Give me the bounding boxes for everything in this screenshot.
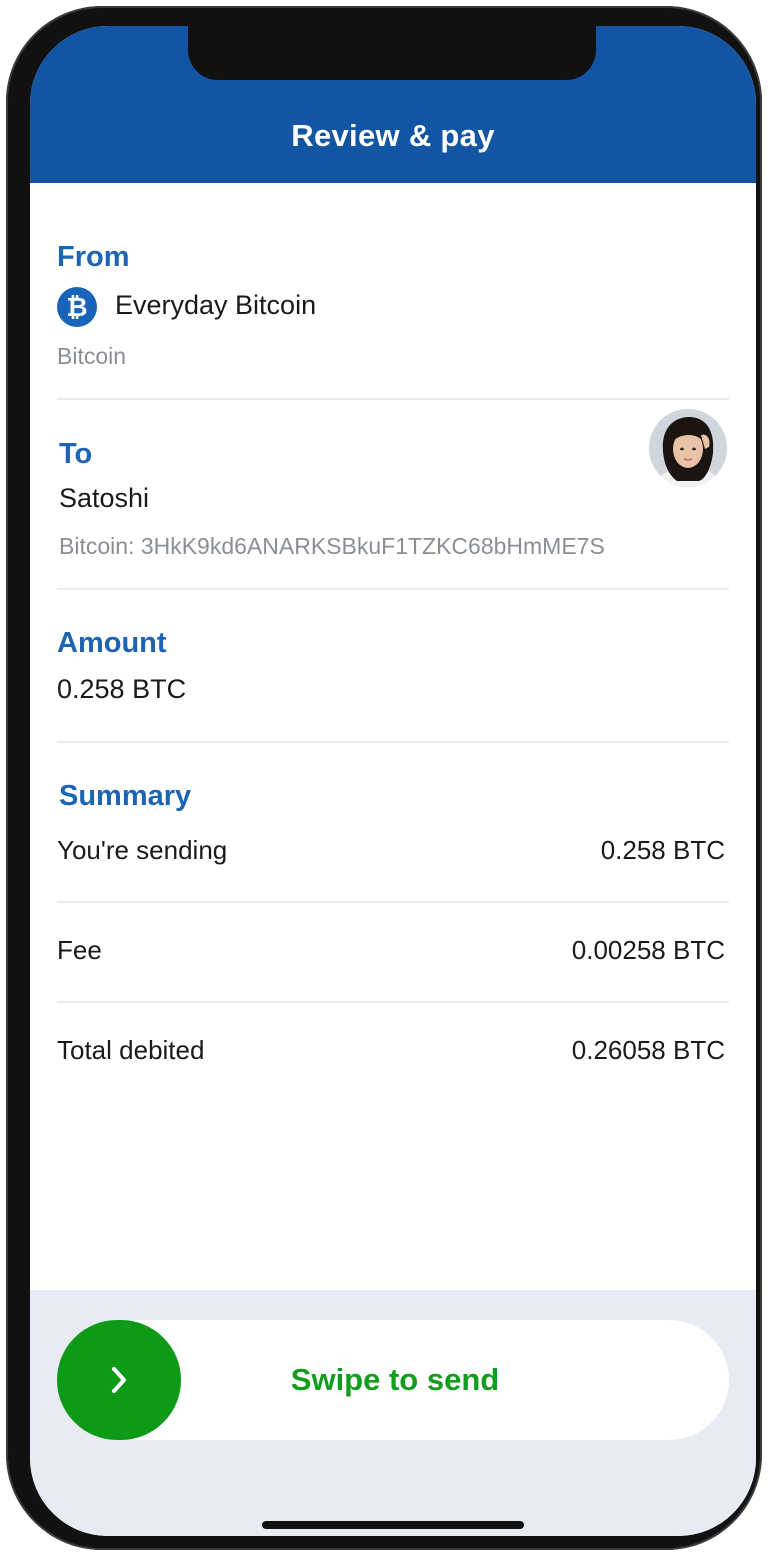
phone-frame: Review & pay From ₿ Everyday Bitcoin Bit… — [6, 6, 762, 1550]
swipe-handle[interactable] — [57, 1320, 181, 1440]
fee-label: Fee — [57, 935, 102, 965]
total-debited-label: Total debited — [57, 1035, 205, 1065]
amount-label: Amount — [57, 627, 167, 659]
home-indicator — [262, 1521, 524, 1529]
device-notch — [188, 26, 596, 80]
recipient-name: Satoshi — [59, 483, 150, 513]
divider — [57, 901, 729, 903]
from-account-type: Bitcoin — [57, 343, 127, 369]
to-label: To — [59, 438, 93, 470]
swipe-to-send-slider[interactable]: Swipe to send — [57, 1320, 729, 1440]
recipient-avatar — [649, 409, 727, 487]
divider — [57, 588, 729, 590]
total-debited-value: 0.26058 BTC — [571, 1035, 725, 1065]
footer-panel: Swipe to send — [30, 1290, 756, 1536]
amount-value: 0.258 BTC — [57, 674, 187, 704]
divider — [57, 741, 729, 743]
avatar-image — [649, 409, 727, 487]
swipe-label: Swipe to send — [290, 1362, 500, 1397]
sending-value: 0.258 BTC — [600, 835, 725, 865]
from-account-name: Everyday Bitcoin — [115, 290, 317, 320]
fee-value: 0.00258 BTC — [571, 935, 725, 965]
recipient-address: Bitcoin: 3HkK9kd6ANARKSBkuF1TZKC68bHmME7… — [59, 533, 605, 559]
app-screen: Review & pay From ₿ Everyday Bitcoin Bit… — [30, 26, 756, 1536]
bitcoin-icon: ₿ — [57, 287, 97, 327]
top-bar: Review & pay — [30, 26, 756, 183]
divider — [57, 1001, 729, 1003]
summary-label: Summary — [59, 780, 192, 812]
chevron-right-icon — [112, 1367, 126, 1393]
sending-label: You're sending — [57, 835, 228, 865]
divider — [57, 398, 729, 400]
page-title: Review & pay — [291, 118, 495, 153]
from-label: From — [57, 241, 130, 273]
